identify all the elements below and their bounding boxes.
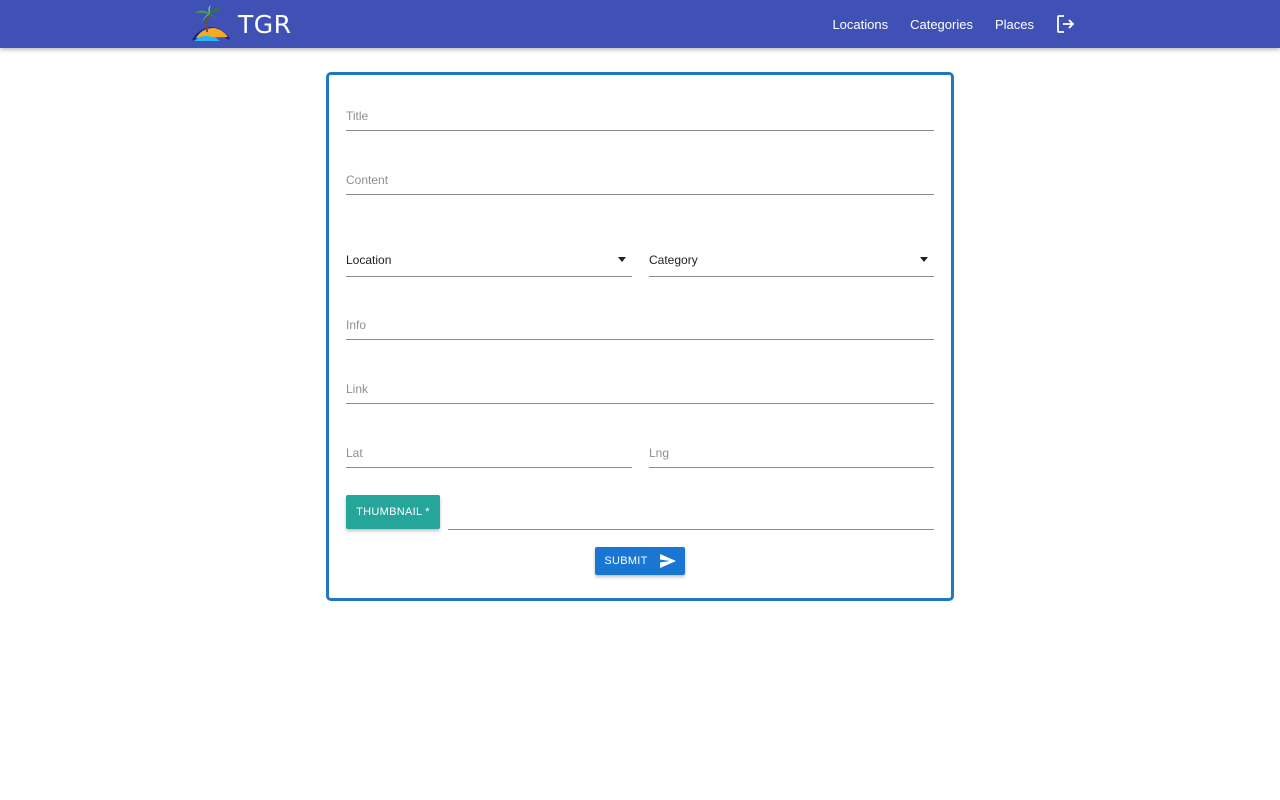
category-select-value: Category: [649, 253, 698, 267]
brand[interactable]: TGR: [190, 4, 292, 44]
link-field: [346, 368, 934, 404]
caret-down-icon: [920, 257, 928, 262]
lng-field: [649, 432, 934, 468]
logout-icon[interactable]: [1056, 14, 1076, 34]
nav-item-locations[interactable]: Locations: [832, 17, 888, 32]
submit-button[interactable]: SUBMIT: [595, 547, 685, 575]
top-navbar: TGR Locations Categories Places: [0, 0, 1280, 48]
submit-button-label: SUBMIT: [604, 555, 648, 567]
send-icon: [659, 554, 676, 568]
title-input[interactable]: [346, 109, 934, 123]
info-field: [346, 304, 934, 340]
lng-input[interactable]: [649, 446, 934, 460]
nav-item-places[interactable]: Places: [995, 17, 1034, 32]
title-field: [346, 95, 934, 131]
palm-island-logo-icon: [192, 5, 230, 41]
location-select[interactable]: Location: [346, 239, 632, 277]
link-input[interactable]: [346, 382, 934, 396]
lat-field: [346, 432, 632, 468]
add-place-form: Location Category THUMBNAIL * SUBMIT: [326, 72, 954, 601]
brand-name: TGR: [238, 9, 292, 39]
content-input[interactable]: [346, 173, 934, 187]
category-select[interactable]: Category: [649, 239, 934, 277]
lat-input[interactable]: [346, 446, 632, 460]
location-select-value: Location: [346, 253, 392, 267]
thumbnail-upload-button[interactable]: THUMBNAIL *: [346, 495, 440, 529]
thumbnail-file-path[interactable]: [448, 495, 934, 530]
content-field: [346, 159, 934, 195]
info-input[interactable]: [346, 318, 934, 332]
nav-links: Locations Categories Places: [810, 0, 1076, 48]
caret-down-icon: [618, 257, 626, 262]
nav-item-categories[interactable]: Categories: [910, 17, 973, 32]
